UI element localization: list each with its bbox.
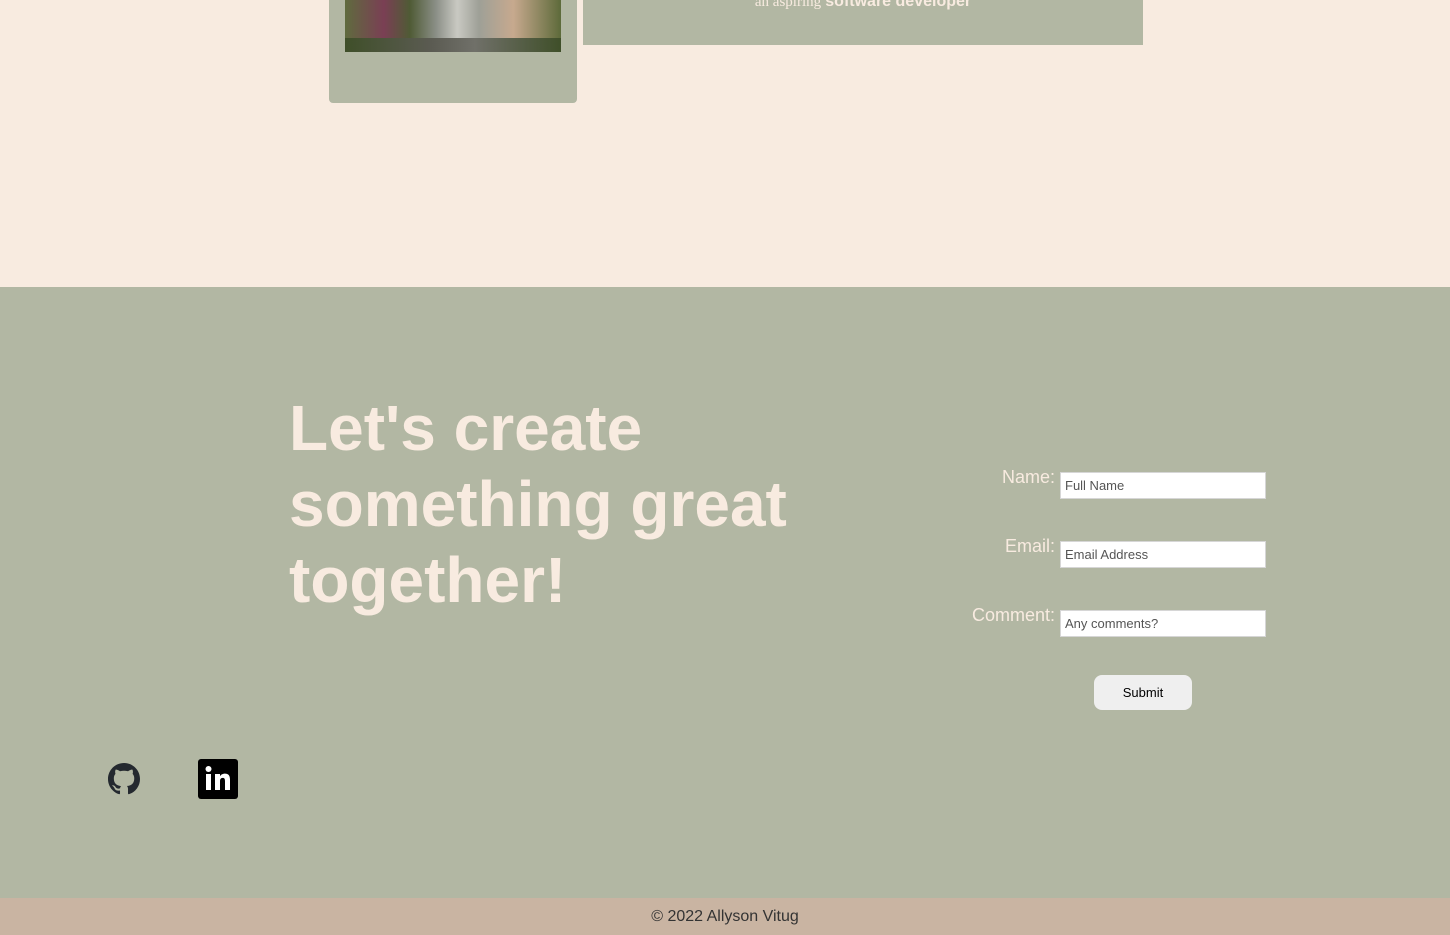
comment-label: Comment: <box>971 605 1055 625</box>
profile-photo-card <box>329 0 577 103</box>
footer: © 2022 Allyson Vitug <box>0 898 1450 935</box>
submit-button[interactable]: Submit <box>1094 675 1192 710</box>
intro-light-text: an aspiring <box>754 0 822 10</box>
contact-heading: Let's create something great together! <box>289 392 787 616</box>
name-row: Name: <box>940 467 1270 502</box>
name-label: Name: <box>1001 467 1055 487</box>
github-link[interactable] <box>104 759 144 799</box>
about-section: an aspiring software developer <box>0 0 1450 287</box>
name-input[interactable] <box>1060 472 1266 499</box>
email-input[interactable] <box>1060 541 1266 568</box>
intro-bold-text: software developer <box>825 0 972 10</box>
email-row: Email: <box>940 536 1270 571</box>
intro-text: an aspiring software developer <box>583 0 1143 10</box>
profile-photo <box>345 0 561 52</box>
github-icon <box>108 763 140 795</box>
email-label: Email: <box>1004 536 1055 556</box>
comment-input[interactable] <box>1060 610 1266 637</box>
contact-section: Let's create something great together! N… <box>0 287 1450 898</box>
linkedin-icon <box>198 759 238 799</box>
comment-row: Comment: <box>940 605 1270 640</box>
intro-card: an aspiring software developer <box>583 0 1143 45</box>
linkedin-link[interactable] <box>198 759 238 799</box>
copyright-text: © 2022 Allyson Vitug <box>651 908 799 925</box>
